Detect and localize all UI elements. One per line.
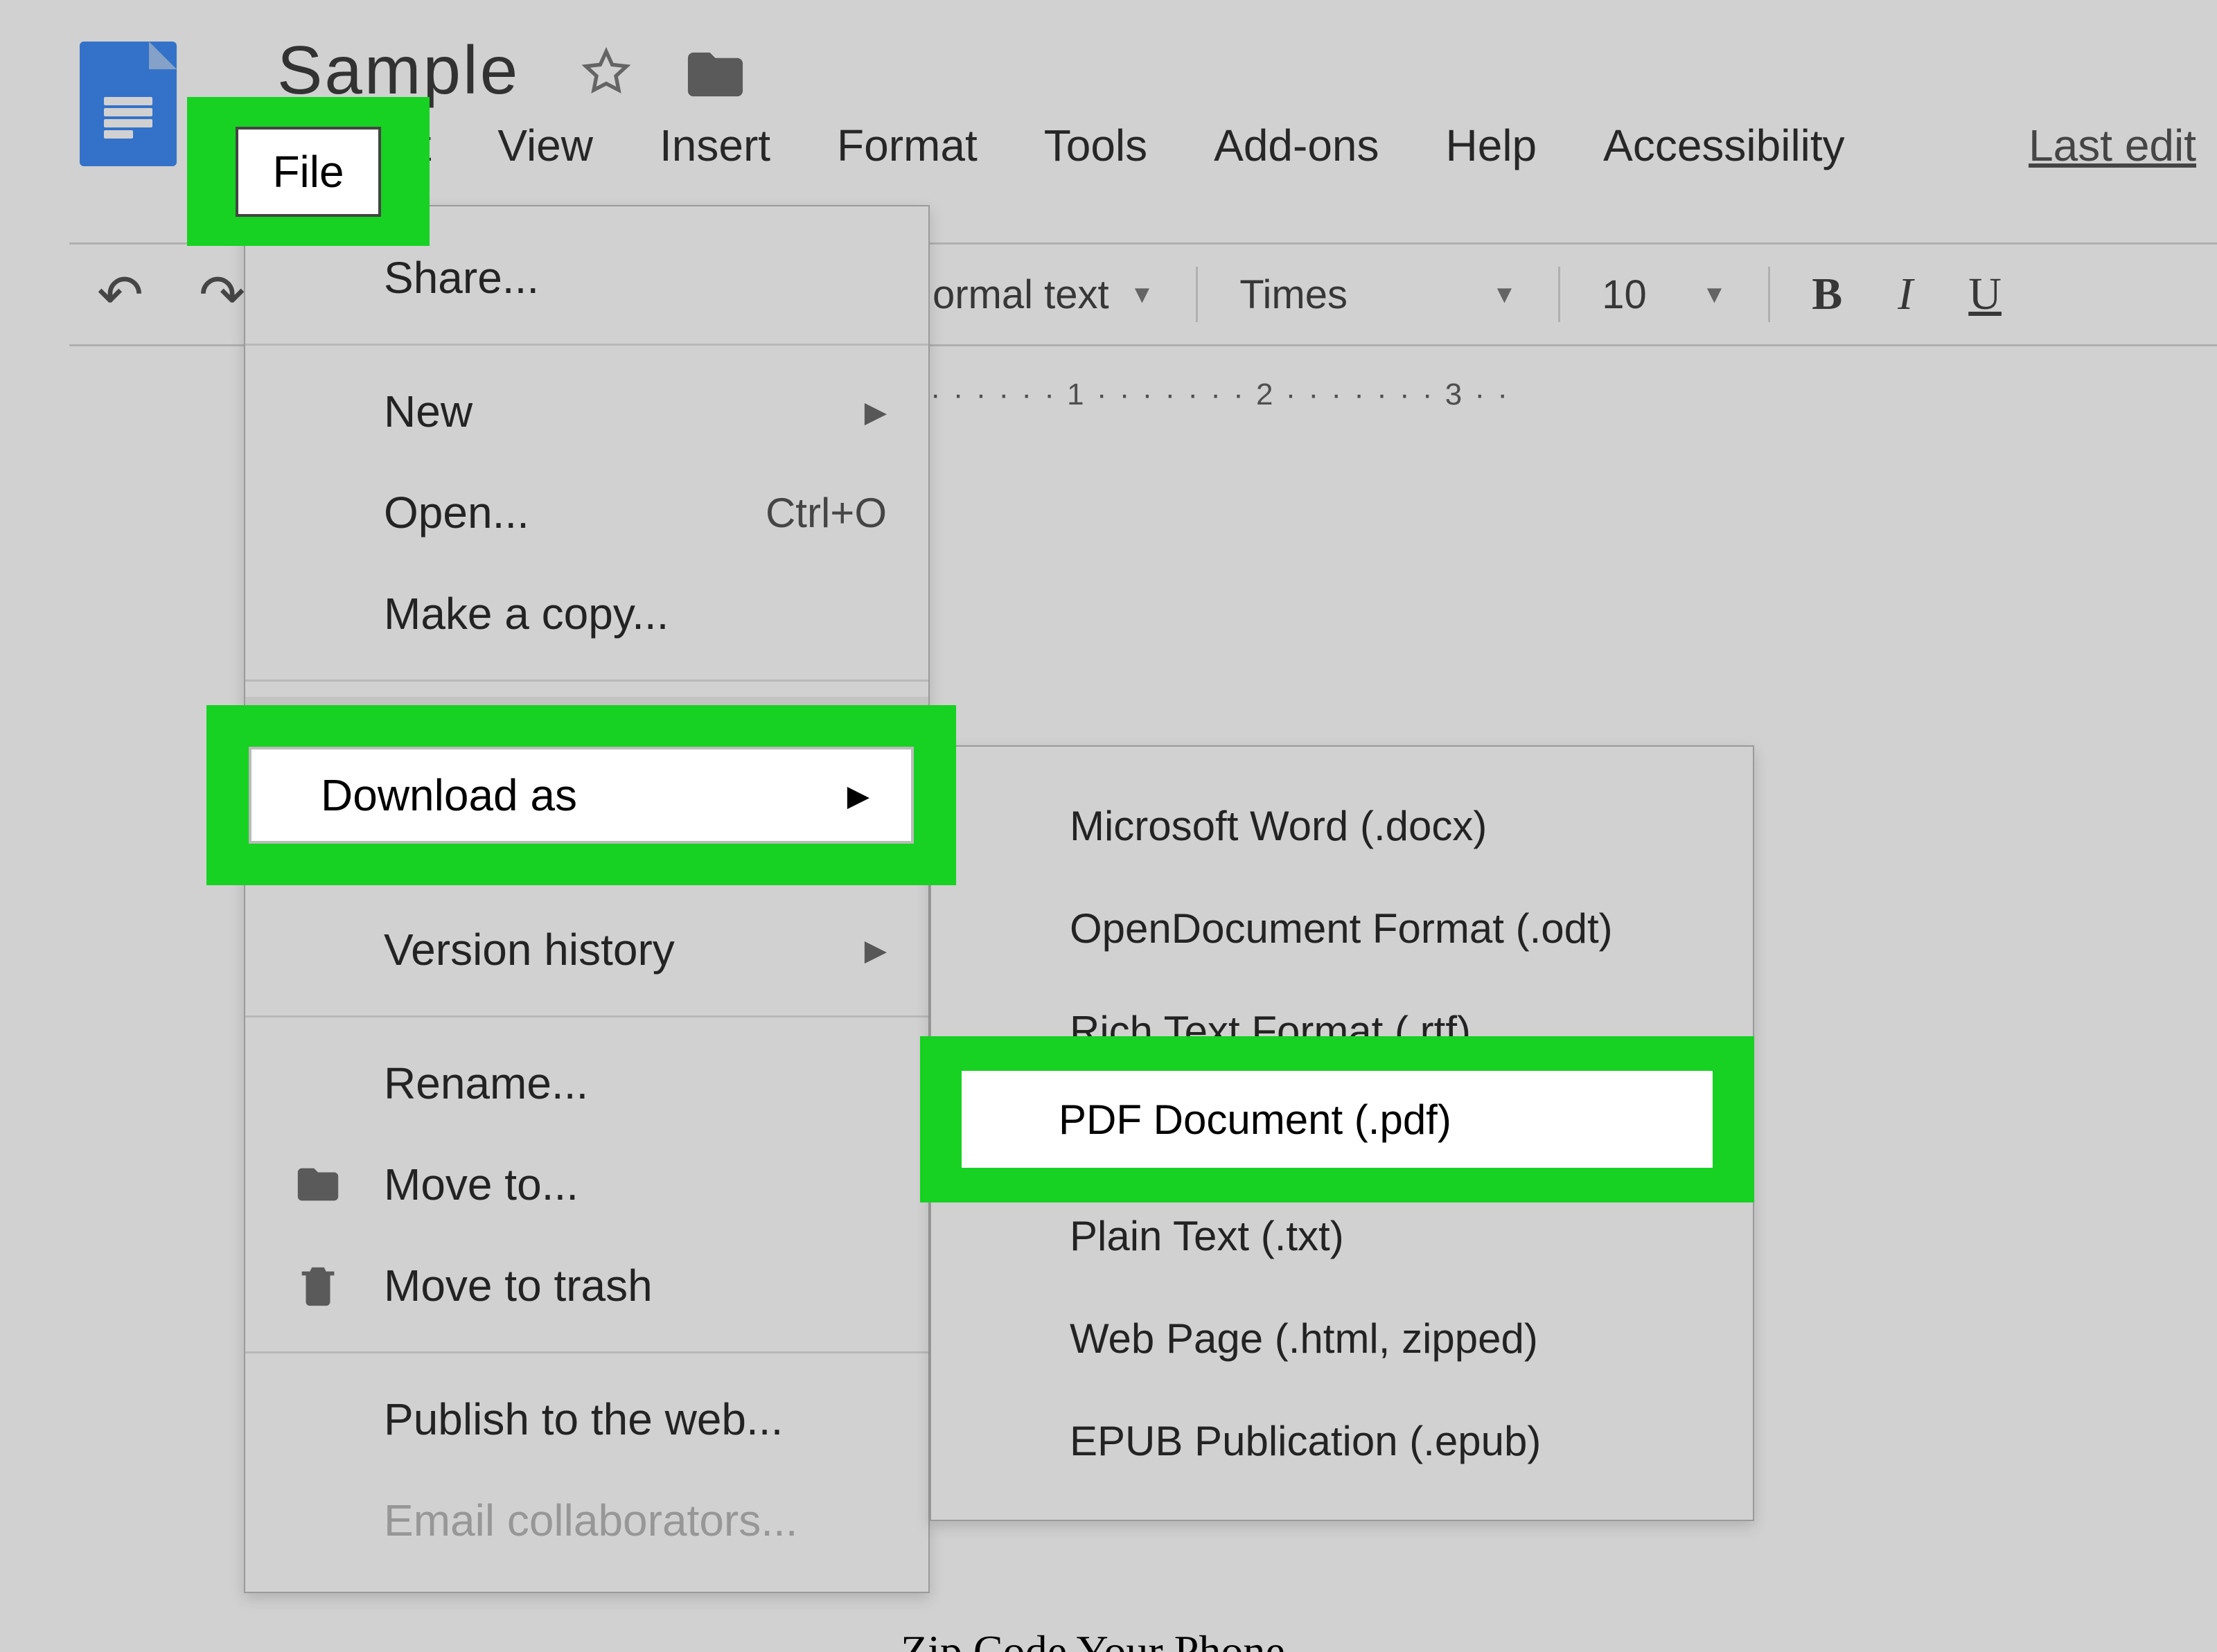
file-menu-rename[interactable]: Rename...	[245, 1033, 928, 1134]
font-size-label: 10	[1602, 272, 1647, 318]
font-family-label: Times	[1239, 272, 1348, 318]
file-menu-dropdown: Share... New ▶ Open... Ctrl+O Make a cop…	[244, 205, 930, 1593]
annotation-highlight-pdf: PDF Document (.pdf)	[920, 1036, 1754, 1202]
folder-icon	[294, 1160, 342, 1209]
file-menu-new[interactable]: New ▶	[245, 361, 928, 462]
file-menu-open[interactable]: Open... Ctrl+O	[245, 462, 928, 563]
dropdown-icon: ▼	[1130, 280, 1155, 309]
italic-button[interactable]: I	[1870, 268, 1941, 321]
docs-logo[interactable]	[80, 42, 177, 166]
file-menu-email-collaborators: Email collaborators...	[245, 1470, 928, 1571]
file-menu-make-copy[interactable]: Make a copy...	[245, 563, 928, 664]
underline-button[interactable]: U	[1941, 268, 2029, 321]
menu-view[interactable]: View	[464, 106, 626, 185]
annotation-highlight-file: File	[187, 97, 430, 246]
menu-tools[interactable]: Tools	[1011, 106, 1181, 185]
trash-icon	[294, 1261, 342, 1310]
shortcut-label: Ctrl+O	[766, 489, 887, 537]
move-folder-icon[interactable]	[682, 42, 748, 107]
font-family-select[interactable]: Times ▼	[1212, 245, 1544, 344]
annotation-download-label: Download as	[321, 770, 577, 821]
menu-format[interactable]: Format	[804, 106, 1011, 185]
last-edit-link[interactable]: Last edit	[2029, 120, 2196, 171]
menu-accessibility[interactable]: Accessibility	[1570, 106, 1878, 185]
submenu-html[interactable]: Web Page (.html, zipped)	[931, 1287, 1753, 1389]
annotation-pdf-label: PDF Document (.pdf)	[1059, 1096, 1451, 1144]
star-icon[interactable]	[578, 45, 634, 100]
file-menu-move-to-trash[interactable]: Move to trash	[245, 1235, 928, 1336]
dropdown-icon: ▼	[1492, 280, 1517, 309]
file-menu-version-history[interactable]: Version history ▶	[245, 899, 928, 1000]
undo-button[interactable]: ↶	[69, 263, 171, 327]
submenu-arrow-icon: ▶	[865, 933, 887, 967]
ruler: · · · · · · · 1 · · · · · · · 2 · · · · …	[908, 367, 2217, 423]
menu-help[interactable]: Help	[1413, 106, 1571, 185]
menu-insert[interactable]: Insert	[626, 106, 804, 185]
dropdown-icon: ▼	[1702, 280, 1727, 309]
file-menu-publish-web[interactable]: Publish to the web...	[245, 1369, 928, 1470]
submenu-arrow-icon: ▶	[865, 395, 887, 429]
font-size-select[interactable]: 10 ▼	[1574, 245, 1754, 344]
annotation-file-label: File	[272, 146, 344, 197]
submenu-epub[interactable]: EPUB Publication (.epub)	[931, 1389, 1753, 1492]
annotation-highlight-download: Download as ▶	[206, 705, 956, 885]
submenu-odt[interactable]: OpenDocument Format (.odt)	[931, 877, 1753, 979]
submenu-docx[interactable]: Microsoft Word (.docx)	[931, 774, 1753, 877]
paragraph-style-label: Normal text	[903, 272, 1109, 318]
submenu-arrow-icon: ▶	[847, 779, 869, 812]
bold-button[interactable]: B	[1784, 268, 1870, 321]
menu-addons[interactable]: Add-ons	[1181, 106, 1412, 185]
menu-bar: File Edit View Insert Format Tools Add-o…	[184, 104, 2217, 187]
file-menu-move-to[interactable]: Move to...	[245, 1134, 928, 1235]
